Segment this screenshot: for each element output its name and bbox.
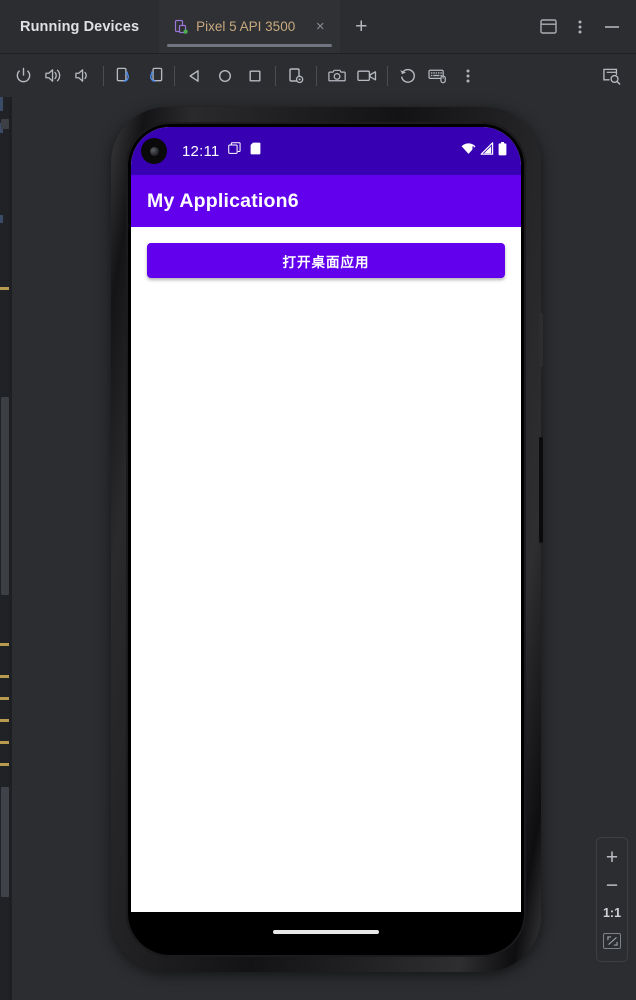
front-camera-punch-hole [141,138,167,164]
device-power-side-button[interactable] [539,313,543,367]
app-bar-title: My Application6 [147,189,299,212]
minimize-icon[interactable] [596,11,628,43]
back-button[interactable] [180,61,210,91]
device-tab-pixel-5[interactable]: Pixel 5 API 3500 × [159,0,341,53]
power-icon [16,67,30,83]
gutter-highlight [0,97,3,111]
status-bar-notification-icons [228,142,261,160]
hardware-input-button[interactable] [423,61,453,91]
gutter-warning-marker[interactable] [0,675,9,678]
device-volume-side-button[interactable] [539,437,543,543]
gutter-warning-marker[interactable] [0,697,9,700]
toolbar-separator [316,65,317,86]
android-status-bar: 12:11 [131,127,521,175]
tool-window-title: Running Devices [20,18,140,35]
volume-down-icon [74,69,87,82]
device-gear-icon [289,67,304,83]
rotate-left-icon [116,67,129,82]
volume-up-button[interactable] [38,61,68,91]
toolbar-separator [387,65,388,86]
gesture-navigation-bar[interactable] [131,912,521,952]
gutter-thumb[interactable] [1,787,9,897]
zoom-controls: + − 1:1 [596,837,628,962]
panel-icon[interactable] [532,11,564,43]
gutter-warning-marker[interactable] [0,763,9,766]
gutter-thumb[interactable] [1,119,9,129]
video-camera-icon [357,70,377,82]
close-icon[interactable]: × [312,19,328,34]
volume-down-button[interactable] [68,61,98,91]
home-circle-icon [218,69,232,82]
open-desktop-app-button[interactable]: 打开桌面应用 [147,243,505,278]
rotate-right-button[interactable] [139,61,169,91]
more-actions-button[interactable] [453,61,483,91]
gutter-thumb[interactable] [1,397,9,595]
rotate-left-button[interactable] [109,61,139,91]
rotate-right-icon [149,67,162,82]
device-frame: 12:11 My Application6 打开桌面应用 [111,107,543,972]
sd-card-icon [250,142,261,160]
app-content: 打开桌面应用 [131,227,521,278]
zoom-out-button[interactable]: − [598,872,626,898]
device-toolbar [0,53,636,97]
toolbar-separator [103,65,104,86]
battery-full-icon [498,141,507,161]
gutter-warning-marker[interactable] [0,643,9,646]
screenshot-button[interactable] [322,61,352,91]
actual-size-button[interactable]: 1:1 [598,900,626,926]
wifi-warning-icon [461,142,476,160]
history-rotate-icon [400,68,415,83]
device-bezel: 12:11 My Application6 打开桌面应用 [126,122,526,957]
back-triangle-icon [189,69,199,82]
app-bar: My Application6 [131,175,521,227]
device-running-icon [173,19,189,35]
title-bar: Running Devices Pixel 5 API 3500 × + [0,0,636,53]
zoom-in-button[interactable]: + [598,844,626,870]
fit-to-screen-icon [603,933,621,949]
status-bar-system-icons [461,141,507,161]
toolbar-separator [174,65,175,86]
device-tab-label: Pixel 5 API 3500 [196,19,296,34]
gutter-warning-marker[interactable] [0,719,9,722]
record-button[interactable] [352,61,382,91]
back-navigation-button[interactable] [393,61,423,91]
gutter-warning-marker[interactable] [0,287,9,290]
window-controls [532,0,628,53]
device-settings-button[interactable] [281,61,311,91]
home-button[interactable] [210,61,240,91]
new-tab-button[interactable]: + [350,16,372,37]
layout-inspector-icon [602,68,620,85]
status-bar-clock: 12:11 [182,142,220,160]
camera-icon [327,69,346,82]
screenshot-stack-icon [228,142,242,160]
overview-square-icon [249,70,261,82]
editor-marker-gutter[interactable] [0,97,12,1000]
android-display[interactable]: 12:11 My Application6 打开桌面应用 [131,127,521,912]
running-devices-window: Running Devices Pixel 5 API 3500 × + 12:… [0,0,636,1000]
overview-button[interactable] [240,61,270,91]
fit-to-screen-button[interactable] [598,928,626,954]
emulator-canvas[interactable]: 12:11 My Application6 打开桌面应用 + − 1:1 [12,97,636,1000]
power-button[interactable] [8,61,38,91]
more-vertical-icon[interactable] [564,11,596,43]
more-vertical-icon [466,69,470,82]
cellular-signal-icon [480,142,494,160]
gutter-warning-marker[interactable] [0,741,9,744]
volume-up-icon [44,69,60,82]
device-screen[interactable]: 12:11 My Application6 打开桌面应用 [131,127,521,952]
home-indicator-pill[interactable] [273,930,379,934]
keyboard-mouse-icon [428,69,446,84]
inspect-button[interactable] [596,61,626,91]
gutter-highlight [0,215,3,223]
toolbar-separator [275,65,276,86]
device-tab-strip: Pixel 5 API 3500 × + [159,0,372,53]
